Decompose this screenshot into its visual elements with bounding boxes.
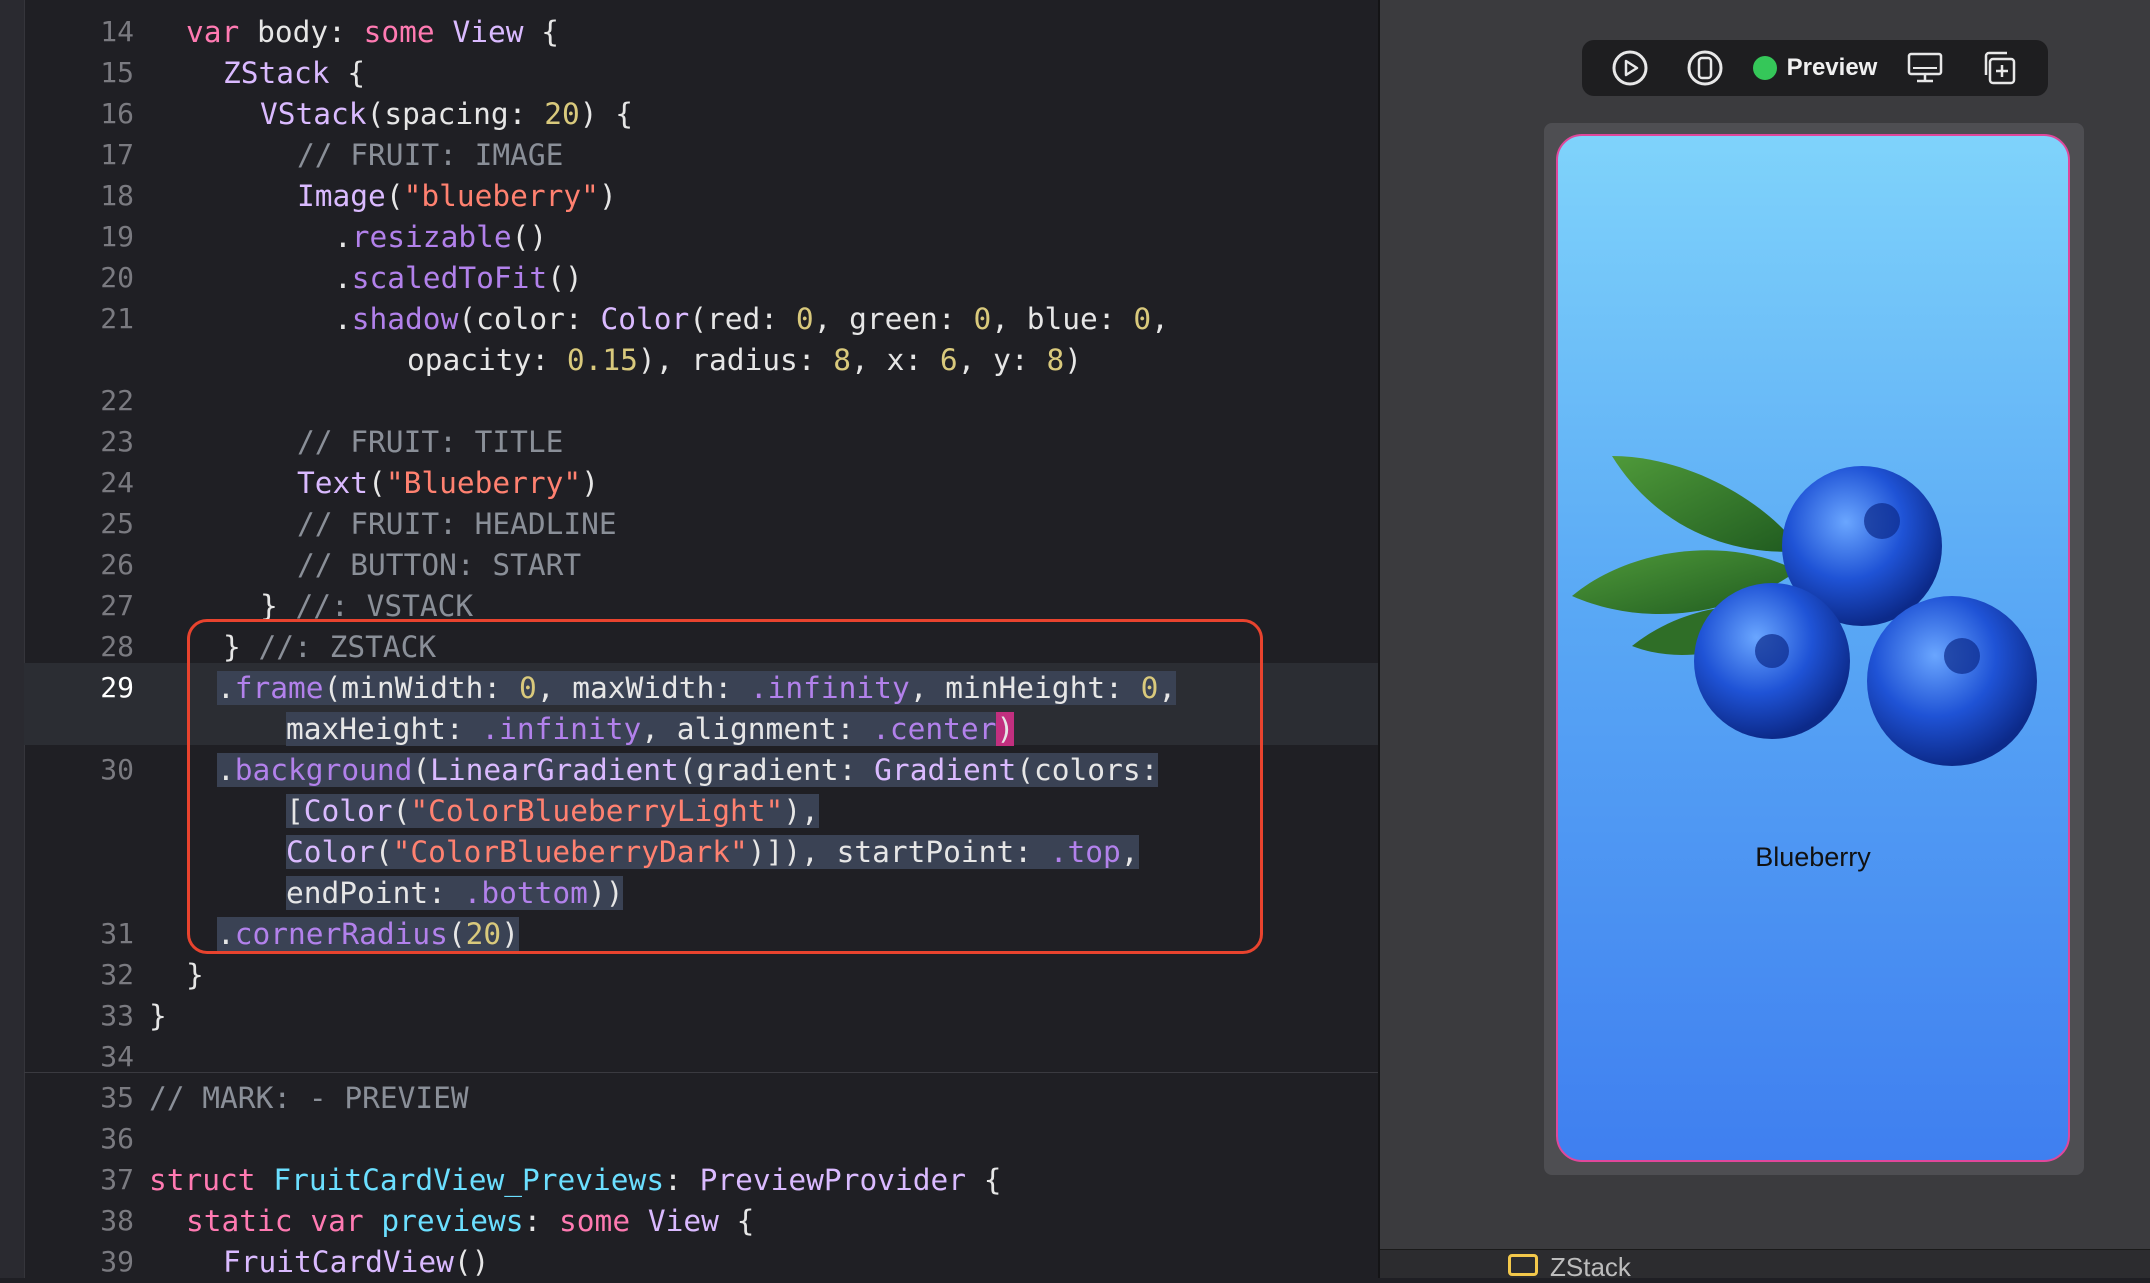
line-number: 24 bbox=[100, 466, 134, 499]
code-line-17: // FRUIT: IMAGE bbox=[297, 138, 564, 172]
code-line-15: ZStack { bbox=[223, 56, 366, 90]
line-number: 33 bbox=[100, 999, 134, 1032]
line-number: 22 bbox=[100, 384, 134, 417]
code-line-33: } bbox=[149, 999, 167, 1033]
code-line-25: // FRUIT: HEADLINE bbox=[297, 507, 617, 541]
line-number: 31 bbox=[100, 917, 134, 950]
line-number: 26 bbox=[100, 548, 134, 581]
line-number: 14 bbox=[100, 15, 134, 48]
line-number: 27 bbox=[100, 589, 134, 622]
live-preview-button[interactable] bbox=[1603, 46, 1657, 90]
blueberry-image bbox=[1572, 456, 2037, 766]
line-number: 21 bbox=[100, 302, 134, 335]
code-line-16: VStack(spacing: 20) { bbox=[260, 97, 634, 131]
line-number: 15 bbox=[100, 56, 134, 89]
code-line-21-cont: opacity: 0.15), radius: 8, x: 6, y: 8) bbox=[407, 343, 1082, 377]
line-number: 16 bbox=[100, 97, 134, 130]
code-line-24: Text("Blueberry") bbox=[297, 466, 599, 500]
display-icon bbox=[1908, 52, 1943, 83]
code-line-26: // BUTTON: START bbox=[297, 548, 582, 582]
line-number: 38 bbox=[100, 1204, 134, 1237]
berry-shape bbox=[1867, 596, 2037, 766]
bottom-bar-label[interactable]: ZStack bbox=[1550, 1252, 1631, 1283]
line-number: 32 bbox=[100, 958, 134, 991]
code-line-21: .shadow(color: Color(red: 0, green: 0, b… bbox=[334, 302, 1169, 336]
section-divider bbox=[24, 1072, 1378, 1073]
preview-toggle-label: Preview bbox=[1786, 54, 1878, 81]
code-line-19: .resizable() bbox=[334, 220, 548, 254]
duplicate-preview-button[interactable] bbox=[1973, 46, 2027, 90]
line-number: 34 bbox=[100, 1040, 134, 1073]
code-line-18: Image("blueberry") bbox=[297, 179, 617, 213]
code-line-35: // MARK: - PREVIEW bbox=[149, 1081, 469, 1115]
line-number: 35 bbox=[100, 1081, 134, 1114]
annotation-highlight-box bbox=[187, 619, 1263, 954]
editor-left-strip bbox=[0, 0, 25, 1278]
fruit-title: Blueberry bbox=[1755, 842, 1871, 872]
code-line-37: struct FruitCardView_Previews: PreviewPr… bbox=[149, 1163, 1002, 1197]
code-line-39: FruitCardView() bbox=[223, 1245, 490, 1279]
code-line-38: static var previews: some View { bbox=[186, 1204, 755, 1238]
xcode-window: 14 15 16 17 18 19 20 21 22 23 24 25 26 27 28 29 30 31 32 33… bbox=[0, 0, 2150, 1282]
preview-canvas: Preview Blueberry ZStack bbox=[1378, 0, 2150, 1282]
duplicate-icon bbox=[1985, 51, 2016, 85]
line-number: 37 bbox=[100, 1163, 134, 1196]
fruit-card[interactable]: Blueberry bbox=[1556, 134, 2070, 1162]
line-number: 29 bbox=[100, 671, 134, 704]
code-editor[interactable]: 14 15 16 17 18 19 20 21 22 23 24 25 26 27 28 29 30 31 32 33… bbox=[0, 0, 1378, 1279]
line-number: 25 bbox=[100, 507, 134, 540]
device-settings-button[interactable] bbox=[1678, 46, 1732, 90]
preview-toolbar: Preview bbox=[1582, 40, 2048, 96]
play-circle-icon bbox=[1612, 50, 1648, 86]
line-number-gutter: 14 15 16 17 18 19 20 21 22 23 24 25 26 27 28 29 30 31 32 33… bbox=[24, 0, 134, 1278]
line-number: 39 bbox=[100, 1245, 134, 1278]
line-number: 19 bbox=[100, 220, 134, 253]
preview-toggle[interactable]: Preview bbox=[1752, 54, 1878, 82]
display-preview-button[interactable] bbox=[1898, 46, 1952, 90]
code-line-23: // FRUIT: TITLE bbox=[297, 425, 564, 459]
line-number: 17 bbox=[100, 138, 134, 171]
leaf-shape bbox=[1612, 456, 1802, 552]
line-number: 20 bbox=[100, 261, 134, 294]
line-number: 36 bbox=[100, 1122, 134, 1155]
preview-bottom-bar: ZStack bbox=[1380, 1249, 2150, 1282]
line-number: 23 bbox=[100, 425, 134, 458]
code-line-32: } bbox=[186, 958, 204, 992]
preview-status-dot bbox=[1752, 56, 1777, 80]
device-icon bbox=[1687, 50, 1723, 86]
line-number: 28 bbox=[100, 630, 134, 663]
zstack-icon bbox=[1508, 1254, 1538, 1276]
code-line-14: var body: some View { bbox=[186, 15, 560, 49]
code-line-20: .scaledToFit() bbox=[334, 261, 583, 295]
line-number: 30 bbox=[100, 753, 134, 786]
line-number: 18 bbox=[100, 179, 134, 212]
